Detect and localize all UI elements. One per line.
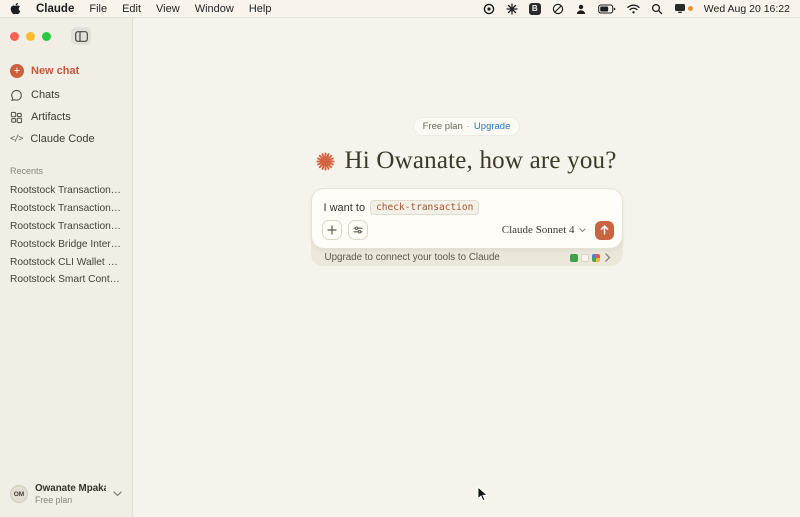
chat-bubble-icon bbox=[10, 89, 23, 102]
menubar-app-name[interactable]: Claude bbox=[36, 3, 74, 15]
model-name: Claude Sonnet 4 bbox=[502, 224, 575, 236]
model-selector[interactable]: Claude Sonnet 4 bbox=[502, 224, 586, 236]
close-window-button[interactable] bbox=[10, 32, 19, 41]
page-title: Hi Owanate, how are you? bbox=[344, 147, 616, 175]
new-chat-button[interactable]: + New chat bbox=[0, 58, 132, 84]
chevron-down-icon bbox=[113, 491, 122, 497]
send-button[interactable] bbox=[595, 221, 614, 240]
sidebar-item-chats[interactable]: Chats bbox=[0, 84, 132, 106]
main-content: Free plan · Upgrade bbox=[133, 18, 800, 517]
menu-view[interactable]: View bbox=[156, 3, 180, 15]
sidebar-item-label: Artifacts bbox=[31, 111, 71, 123]
notification-dot bbox=[688, 6, 693, 11]
sidebar-toggle-button[interactable] bbox=[71, 27, 91, 45]
recent-chat-item[interactable]: Rootstock Smart Contract Deploy... bbox=[0, 271, 132, 289]
sidebar-item-label: Chats bbox=[31, 89, 60, 101]
slash-circle-icon[interactable] bbox=[552, 3, 564, 15]
search-icon[interactable] bbox=[651, 3, 663, 15]
sidebar-item-label: Claude Code bbox=[30, 133, 94, 145]
battery-icon[interactable] bbox=[598, 4, 616, 14]
composer: I want to check-transaction Claude Sonne… bbox=[311, 188, 623, 266]
wifi-icon[interactable] bbox=[627, 4, 640, 14]
sliders-icon bbox=[353, 225, 363, 235]
tools-sliders-button[interactable] bbox=[348, 220, 368, 240]
plan-badge: Free plan · Upgrade bbox=[414, 118, 520, 135]
avatar: OM bbox=[10, 485, 28, 503]
menu-window[interactable]: Window bbox=[195, 3, 234, 15]
claude-app-window: + New chat Chats Artifacts </> Claude Co… bbox=[0, 18, 800, 517]
code-chip: check-transaction bbox=[370, 200, 479, 215]
menu-edit[interactable]: Edit bbox=[122, 3, 141, 15]
menu-file[interactable]: File bbox=[89, 3, 107, 15]
apple-icon[interactable] bbox=[10, 2, 21, 15]
tool-app-icons bbox=[570, 254, 600, 262]
recent-chat-item[interactable]: Rootstock Transaction Verification bbox=[0, 200, 132, 218]
upgrade-link[interactable]: Upgrade bbox=[474, 121, 510, 132]
chevron-right-icon bbox=[605, 253, 611, 262]
attach-button[interactable] bbox=[322, 220, 342, 240]
recent-chat-item[interactable]: Rootstock Transaction Check bbox=[0, 182, 132, 200]
recent-chat-item[interactable]: Rootstock Bridge Interaction bbox=[0, 235, 132, 253]
plan-label: Free plan bbox=[423, 121, 463, 132]
tool-icon-2 bbox=[581, 254, 589, 262]
chevron-down-icon bbox=[579, 228, 586, 233]
recent-chat-item[interactable]: Rootstock CLI Wallet Setup bbox=[0, 253, 132, 271]
sidebar-item-claude-code[interactable]: </> Claude Code bbox=[0, 128, 132, 149]
prompt-text: I want to bbox=[324, 202, 366, 214]
claude-asterisk-icon[interactable] bbox=[506, 3, 518, 15]
menubar-clock[interactable]: Wed Aug 20 16:22 bbox=[704, 3, 790, 15]
recent-chat-item[interactable]: Rootstock Transaction Verification bbox=[0, 218, 132, 236]
recents-heading: Recents bbox=[0, 166, 132, 176]
zoom-window-button[interactable] bbox=[42, 32, 51, 41]
code-icon: </> bbox=[10, 134, 22, 144]
display-icon[interactable] bbox=[674, 3, 693, 14]
minimize-window-button[interactable] bbox=[26, 32, 35, 41]
record-icon[interactable] bbox=[483, 3, 495, 15]
artifacts-boxes-icon bbox=[10, 111, 23, 124]
sidebar: + New chat Chats Artifacts </> Claude Co… bbox=[0, 18, 133, 517]
tool-icon-1 bbox=[570, 254, 578, 262]
prompt-input[interactable]: I want to check-transaction Claude Sonne… bbox=[311, 188, 623, 249]
sidebar-item-artifacts[interactable]: Artifacts bbox=[0, 106, 132, 128]
user-plan: Free plan bbox=[35, 495, 106, 505]
tool-icon-3 bbox=[592, 254, 600, 262]
user-icon[interactable] bbox=[575, 3, 587, 15]
user-name: Owanate Mpakaboari A... bbox=[35, 483, 106, 494]
menubar: Claude File Edit View Window Help B bbox=[0, 0, 800, 18]
plus-icon: + bbox=[10, 64, 24, 78]
claude-sunburst-icon bbox=[316, 152, 335, 171]
window-controls bbox=[10, 32, 51, 41]
b-app-icon[interactable]: B bbox=[529, 3, 541, 15]
arrow-up-icon bbox=[600, 225, 609, 235]
user-menu[interactable]: OM Owanate Mpakaboari A... Free plan bbox=[0, 475, 132, 517]
mouse-cursor bbox=[477, 486, 489, 503]
menu-help[interactable]: Help bbox=[249, 3, 272, 15]
plus-icon bbox=[327, 225, 337, 235]
